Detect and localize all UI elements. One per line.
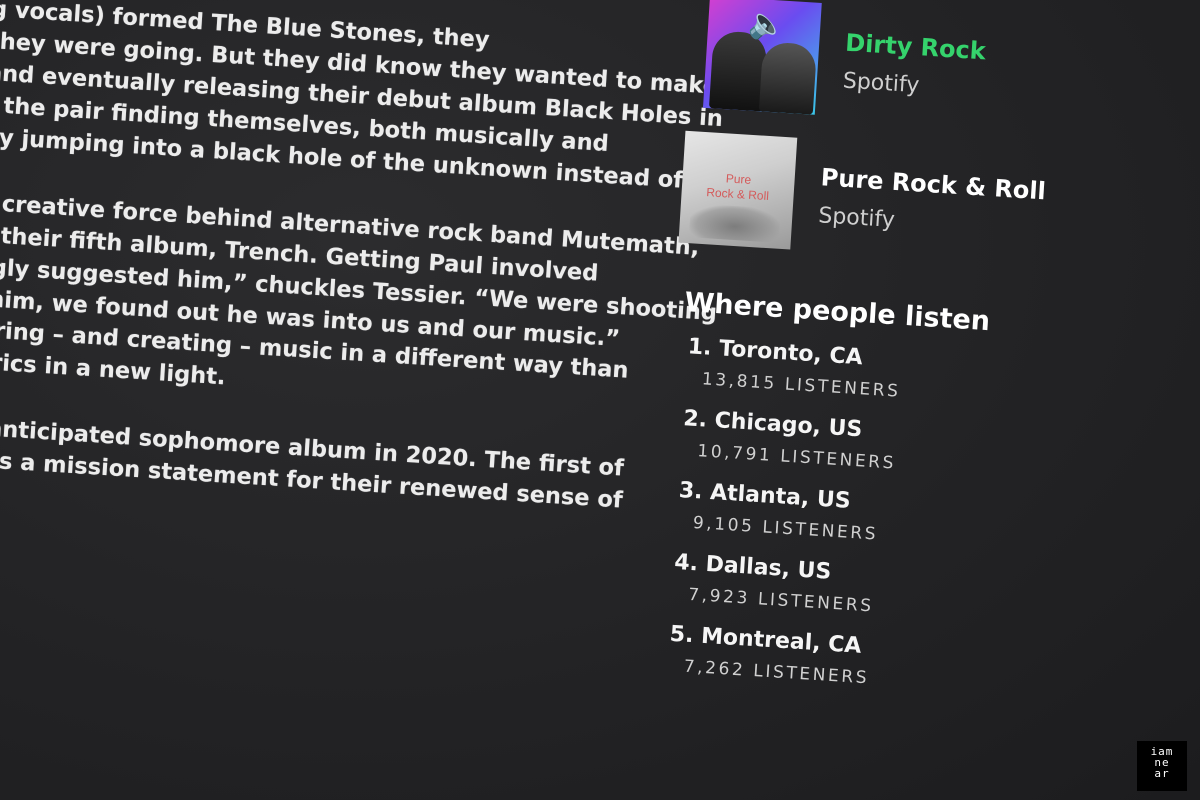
playlist-cover[interactable]: Pure Rock & Roll	[678, 130, 798, 250]
watermark-logo: iam ne ar	[1137, 741, 1187, 791]
playlist-item-dirty-rock[interactable]: 🔈 Dirty Rock Spotify	[702, 0, 1057, 130]
artist-photo	[758, 41, 818, 115]
speaker-icon[interactable]: 🔈	[747, 5, 786, 42]
city-item: 3. Atlanta, US 9,105 LISTENERS	[676, 478, 1026, 554]
watermark-text: ar	[1154, 767, 1170, 780]
bio-paragraph: e creative force behind alternative rock…	[0, 187, 718, 418]
bio-paragraph: g vocals) formed The Blue Stones, they t…	[0, 0, 724, 194]
playlist-owner[interactable]: Spotify	[818, 203, 1045, 242]
cover-text: Pure Rock & Roll	[681, 169, 795, 206]
city-item: 1. Toronto, CA 13,815 LISTENERS	[685, 334, 1035, 410]
artist-sidebar: 🔈 Dirty Rock Spotify Pure Rock & Roll Pu…	[666, 0, 1057, 715]
playlist-owner[interactable]: Spotify	[842, 68, 984, 102]
city-item: 2. Chicago, US 10,791 LISTENERS	[681, 406, 1031, 482]
playlist-title[interactable]: Pure Rock & Roll	[820, 163, 1047, 205]
cover-artwork	[688, 203, 781, 243]
playlist-item-pure-rock-and-roll[interactable]: Pure Rock & Roll Pure Rock & Roll Spotif…	[678, 130, 1048, 266]
city-item: 4. Dallas, US 7,923 LISTENERS	[672, 550, 1022, 626]
playlist-title[interactable]: Dirty Rock	[844, 28, 986, 65]
playlist-cover[interactable]: 🔈	[702, 0, 822, 115]
where-people-listen-heading: Where people listen	[683, 287, 991, 338]
bio-paragraph: y anticipated sophomore album in 2020. T…	[0, 412, 625, 516]
artist-bio: g vocals) formed The Blue Stones, they t…	[0, 0, 724, 550]
city-item: 5. Montreal, CA 7,262 LISTENERS	[667, 622, 1017, 698]
